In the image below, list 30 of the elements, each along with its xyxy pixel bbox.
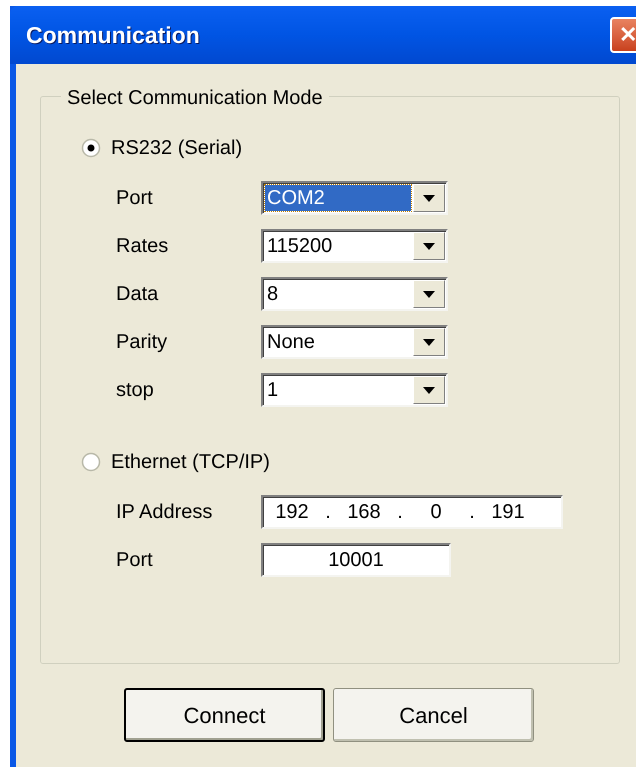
field-label: Port [116,548,154,573]
window-title: Communication [26,20,200,50]
dropdown[interactable]: 1 [261,373,448,407]
dropdown-arrow-button[interactable] [413,280,445,308]
dropdown-arrow-button[interactable] [413,328,445,356]
ip-address-field[interactable]: 192 . 168 . 0 . 191 [261,495,563,529]
caret-icon [423,290,435,298]
dropdown[interactable]: 115200 [261,229,448,263]
dropdown[interactable]: 8 [261,277,448,311]
dropdown[interactable]: None [261,325,448,359]
field-label: stop [116,378,155,403]
dialog-button[interactable]: Cancel [333,688,534,742]
caret-icon [423,242,435,250]
field-label: Parity [116,330,168,355]
dialog-button[interactable]: Connect [124,688,325,742]
dropdown[interactable]: COM2 [261,181,448,215]
caret-icon [423,338,435,346]
dropdown-arrow-button[interactable] [413,376,445,404]
field-label: Data [116,282,160,307]
radio-option[interactable]: Ethernet (TCP/IP) [81,447,619,477]
caret-icon [423,386,435,394]
port-field[interactable]: 10001 [261,543,451,577]
dropdown-arrow-button[interactable] [413,232,445,260]
field-label: Port [116,186,154,211]
field-label: IP Address [116,500,214,525]
close-button[interactable]: ✕ [610,17,636,53]
field-label: Rates [116,234,170,259]
radio-option[interactable]: RS232 (Serial) [81,133,619,163]
dropdown-arrow-button[interactable] [413,184,445,212]
caret-icon [423,194,435,202]
